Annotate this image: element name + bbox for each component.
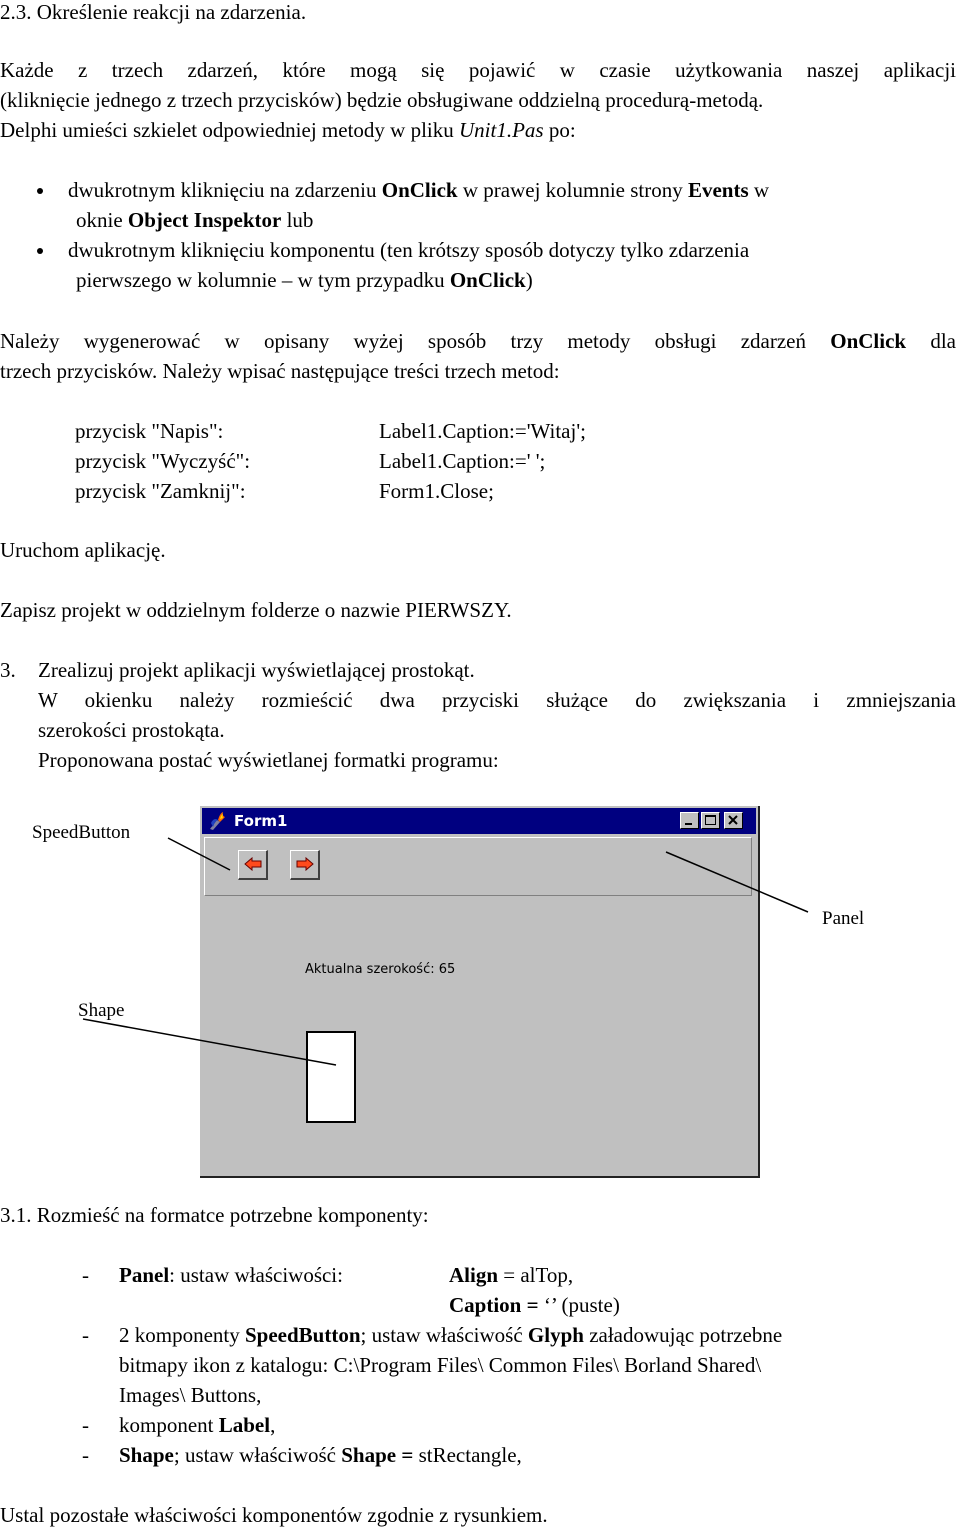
callout-panel: Panel	[822, 908, 865, 929]
increase-width-speedbutton[interactable]	[290, 850, 320, 880]
intro-line-2: (kliknięcie jednego z trzech przycisków)…	[0, 88, 764, 112]
intro-line-3: Delphi umieści szkielet odpowiedniej met…	[0, 118, 576, 142]
list-dash: -	[82, 1323, 89, 1347]
decrease-width-speedbutton[interactable]	[238, 850, 268, 880]
list-dash: -	[82, 1413, 89, 1437]
panel-item: Panel: ustaw właściwości:	[119, 1263, 343, 1287]
callout-shape: Shape	[78, 1000, 125, 1021]
intro-line-1: Każde z trzech zdarzeń, które mogą się p…	[0, 58, 956, 82]
close-button[interactable]	[724, 812, 743, 829]
panel	[204, 837, 752, 896]
method-code: Form1.Close;	[379, 479, 494, 503]
width-label: Aktualna szerokość: 65	[305, 962, 456, 977]
speedbutton-item-line-1: 2 komponenty SpeedButton; ustaw właściwo…	[119, 1323, 783, 1347]
bullet-1-line-2: oknie Object Inspektor lub	[76, 208, 314, 232]
method-code: Label1.Caption:=' ';	[379, 449, 546, 473]
method-code: Label1.Caption:='Witaj';	[379, 419, 586, 443]
method-button: przycisk "Wyczyść":	[75, 449, 251, 473]
bullet-icon	[37, 188, 43, 194]
minimize-button[interactable]	[680, 812, 699, 829]
method-button: przycisk "Zamknij":	[75, 479, 246, 503]
maximize-button[interactable]	[701, 812, 720, 829]
task-3-line-4: Proponowana postać wyświetlanej formatki…	[38, 748, 499, 772]
panel-align: Align = alTop,	[449, 1263, 574, 1287]
window-title: Form1	[234, 812, 288, 830]
sub-3-1-heading: 3.1. Rozmieść na formatce potrzebne komp…	[0, 1203, 429, 1227]
method-button: przycisk "Napis":	[75, 419, 224, 443]
speedbutton-item-line-3: Images\ Buttons,	[119, 1383, 262, 1407]
rectangle-shape	[306, 1031, 356, 1123]
delphi-torch-icon	[210, 812, 225, 830]
run-app-text: Uruchom aplikację.	[0, 538, 166, 562]
task-3-number: 3.	[0, 658, 16, 682]
task-3-line-2: W okienku należy rozmieścić dwa przycisk…	[38, 688, 956, 712]
panel-caption: Caption = ‘’ (puste)	[449, 1293, 620, 1317]
minimize-icon	[685, 823, 692, 825]
generate-line-1: Należy wygenerować w opisany wyżej sposó…	[0, 329, 956, 353]
section-heading: 2.3. Określenie reakcji na zdarzenia.	[0, 0, 307, 24]
title-bar[interactable]: Form1	[202, 808, 756, 834]
save-project-text: Zapisz projekt w oddzielnym folderze o n…	[0, 598, 512, 622]
list-dash: -	[82, 1443, 89, 1467]
list-dash: -	[82, 1263, 89, 1287]
arrow-right-icon	[296, 857, 314, 871]
generate-line-2: trzech przycisków. Należy wpisać następu…	[0, 359, 560, 383]
speedbutton-item-line-2: bitmapy ikon z katalogu: C:\Program File…	[119, 1353, 762, 1377]
bullet-2-line-2: pierwszego w kolumnie – w tym przypadku …	[76, 268, 533, 292]
label-item: komponent Label,	[119, 1413, 276, 1437]
task-3-line-3: szerokości prostokąta.	[38, 718, 225, 742]
file-name: Unit1.Pas	[459, 118, 544, 142]
bullet-2-line-1: dwukrotnym kliknięciu komponentu (ten kr…	[68, 238, 750, 262]
form1-window: Form1 Aktualna szerokość: 65	[200, 806, 760, 1178]
shape-item: Shape; ustaw właściwość Shape = stRectan…	[119, 1443, 522, 1467]
arrow-left-icon	[244, 857, 262, 871]
task-3-line-1: Zrealizuj projekt aplikacji wyświetlając…	[38, 658, 475, 682]
bullet-icon	[37, 248, 43, 254]
maximize-icon	[705, 815, 716, 825]
bullet-1-line-1: dwukrotnym kliknięciu na zdarzeniu OnCli…	[68, 178, 770, 202]
closing-text: Ustal pozostałe właściwości komponentów …	[0, 1503, 548, 1527]
close-icon	[728, 815, 738, 825]
callout-speedbutton: SpeedButton	[32, 822, 131, 843]
